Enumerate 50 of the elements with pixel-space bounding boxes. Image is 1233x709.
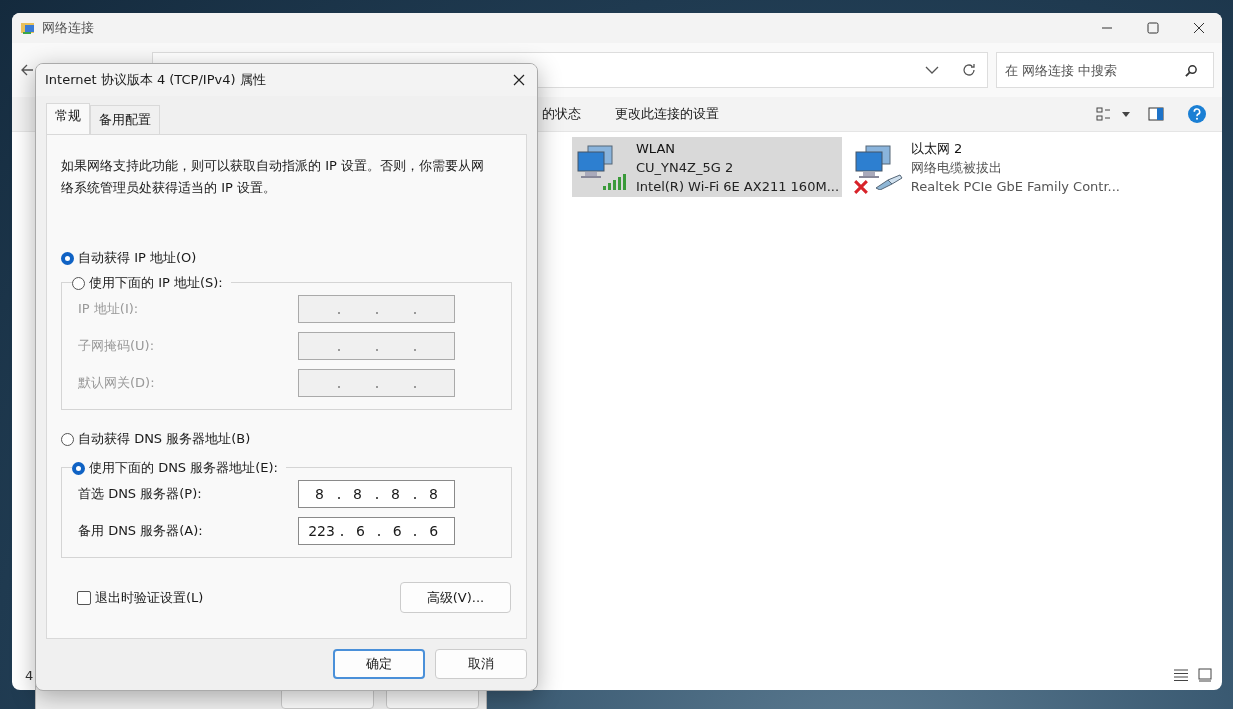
computers-icon [576,144,616,180]
preview-pane-icon[interactable] [1148,107,1164,121]
dialog-title: Internet 协议版本 4 (TCP/IPv4) 属性 [45,71,266,89]
error-x-icon [854,180,868,194]
radio-option[interactable]: 使用下面的 DNS 服务器地址(E): [72,459,286,477]
field-label: 备用 DNS 服务器(A): [78,522,204,540]
dialog-button[interactable]: 确定 [333,649,425,679]
adapter-name: Realtek PCIe GbE Family Contr... [910,177,1120,196]
network-folder-icon [20,20,36,36]
help-icon[interactable] [1188,105,1206,123]
connection-item[interactable]: 以太网 2 网络电缆被拔出 Realtek PCIe GbE Family Contr... [850,137,1120,197]
description-text: 如果网络支持此功能，则可以获取自动指派的 IP 设置。否则，你需要从网络系统管理员处获得适当的 IP 设置。 [61,157,485,197]
close-icon[interactable] [1193,22,1205,34]
view-options-icon[interactable] [1096,106,1112,122]
advanced-button[interactable]: 高级(V)... [400,582,511,613]
connection-item[interactable]: WLAN CU_YN4Z_5G 2 Intel(R) Wi-Fi 6E AX211 160M... [572,137,842,197]
radio-option[interactable]: 自动获得 IP 地址(O) [61,249,512,267]
back-arrow-icon[interactable] [20,63,34,77]
caret-icon[interactable] [1122,111,1130,117]
connection-name: 以太网 2 [910,139,964,158]
field-label: 子网掩码(U): [78,337,156,355]
item-count: 4 [25,667,34,683]
field-label: 默认网关(D): [78,374,156,392]
connection-name: WLAN [636,139,676,158]
ip-address-field[interactable]: 8 8 8 8 [298,480,455,508]
chevron-down-icon[interactable] [925,66,939,74]
adapter-name: Intel(R) Wi-Fi 6E AX211 160M... [636,177,840,196]
command-link[interactable]: 更改此连接的设置 [615,105,719,123]
search-icon [1185,64,1198,77]
refresh-icon[interactable] [961,62,977,78]
details-view-icon[interactable] [1174,669,1188,681]
search-field[interactable]: 在 网络连接 中搜索 [996,52,1214,88]
radio-option[interactable]: 自动获得 DNS 服务器地址(B) [61,430,512,448]
signal-bars-icon [602,174,626,190]
tab[interactable]: 备用配置 [90,105,160,134]
checkbox-option[interactable]: 退出时验证设置(L) [77,588,204,607]
tab[interactable]: 常规 [46,103,90,134]
ip-address-field[interactable]: 223 6 6 6 [298,517,455,545]
window-title: 网络连接 [42,19,94,37]
tiles-view-icon[interactable] [1198,668,1212,682]
dialog-button[interactable]: 取消 [435,649,527,679]
connection-status: CU_YN4Z_5G 2 [636,158,735,177]
computers-icon [854,144,894,180]
radio-option[interactable]: 使用下面的 IP 地址(S): [72,274,231,292]
field-label: 首选 DNS 服务器(P): [78,485,203,503]
close-icon[interactable] [513,74,525,86]
field-label: IP 地址(I): [78,300,140,318]
connection-status: 网络电缆被拔出 [910,158,1003,177]
command-link[interactable]: 的状态 [542,105,581,123]
maximize-icon[interactable] [1147,22,1159,34]
